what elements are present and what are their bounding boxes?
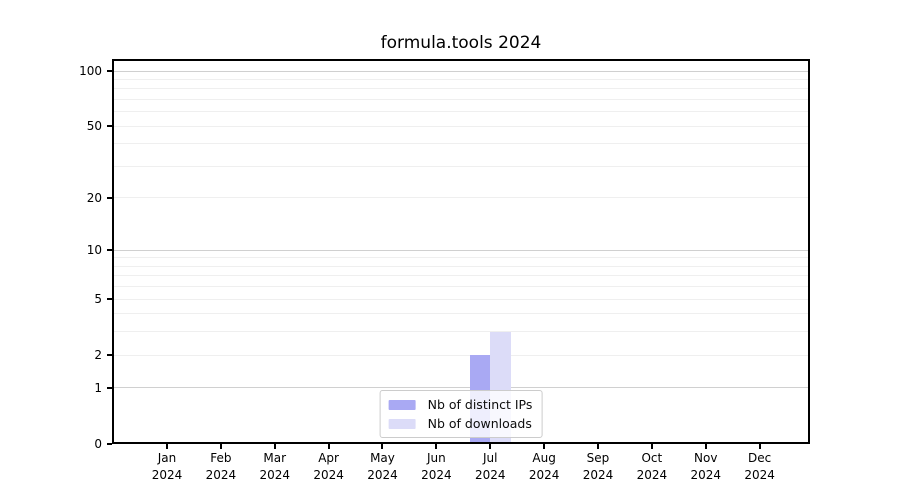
major-gridline bbox=[112, 387, 810, 388]
x-tick-mark bbox=[328, 444, 330, 449]
y-tick-label: 20 bbox=[0, 190, 102, 206]
minor-gridline bbox=[112, 266, 810, 267]
y-tick-label: 2 bbox=[0, 347, 102, 363]
x-tick-mark bbox=[705, 444, 707, 449]
plot-area: Nb of distinct IPs Nb of downloads bbox=[112, 59, 810, 444]
y-tick-label: 100 bbox=[0, 63, 102, 79]
minor-gridline bbox=[112, 257, 810, 258]
minor-gridline bbox=[112, 331, 810, 332]
x-tick-mark bbox=[597, 444, 599, 449]
minor-gridline bbox=[112, 313, 810, 314]
minor-gridline bbox=[112, 111, 810, 112]
minor-gridline bbox=[112, 79, 810, 80]
figure: formula.tools 2024 Nb of distinct IPs Nb… bbox=[0, 0, 900, 500]
y-tick-label: 0 bbox=[0, 436, 102, 452]
legend: Nb of distinct IPs Nb of downloads bbox=[380, 390, 543, 438]
y-tick-mark bbox=[107, 443, 112, 445]
minor-gridline bbox=[112, 197, 810, 198]
minor-gridline bbox=[112, 99, 810, 100]
y-tick-label: 50 bbox=[0, 118, 102, 134]
minor-gridline bbox=[112, 355, 810, 356]
legend-label-downloads: Nb of downloads bbox=[428, 416, 532, 431]
legend-swatch-distinct-ips-icon bbox=[389, 400, 416, 410]
minor-gridline bbox=[112, 126, 810, 127]
y-tick-label: 5 bbox=[0, 291, 102, 307]
y-tick-label: 10 bbox=[0, 242, 102, 258]
x-tick-mark bbox=[274, 444, 276, 449]
x-tick-mark bbox=[651, 444, 653, 449]
major-gridline bbox=[112, 71, 810, 72]
x-tick-mark bbox=[435, 444, 437, 449]
major-gridline bbox=[112, 250, 810, 251]
x-tick-mark bbox=[543, 444, 545, 449]
minor-gridline bbox=[112, 143, 810, 144]
axes-spines bbox=[112, 59, 810, 444]
x-tick-mark bbox=[489, 444, 491, 449]
y-tick-label: 1 bbox=[0, 380, 102, 396]
legend-swatch-downloads-icon bbox=[389, 419, 416, 429]
x-tick-label: Dec 2024 bbox=[720, 450, 800, 484]
x-tick-mark bbox=[381, 444, 383, 449]
legend-item-downloads: Nb of downloads bbox=[389, 416, 533, 431]
minor-gridline bbox=[112, 275, 810, 276]
legend-item-distinct-ips: Nb of distinct IPs bbox=[389, 397, 533, 412]
chart-title: formula.tools 2024 bbox=[112, 33, 810, 53]
x-tick-mark bbox=[759, 444, 761, 449]
minor-gridline bbox=[112, 88, 810, 89]
x-tick-mark bbox=[166, 444, 168, 449]
minor-gridline bbox=[112, 286, 810, 287]
x-tick-mark bbox=[220, 444, 222, 449]
minor-gridline bbox=[112, 299, 810, 300]
minor-gridline bbox=[112, 166, 810, 167]
legend-label-distinct-ips: Nb of distinct IPs bbox=[428, 397, 533, 412]
